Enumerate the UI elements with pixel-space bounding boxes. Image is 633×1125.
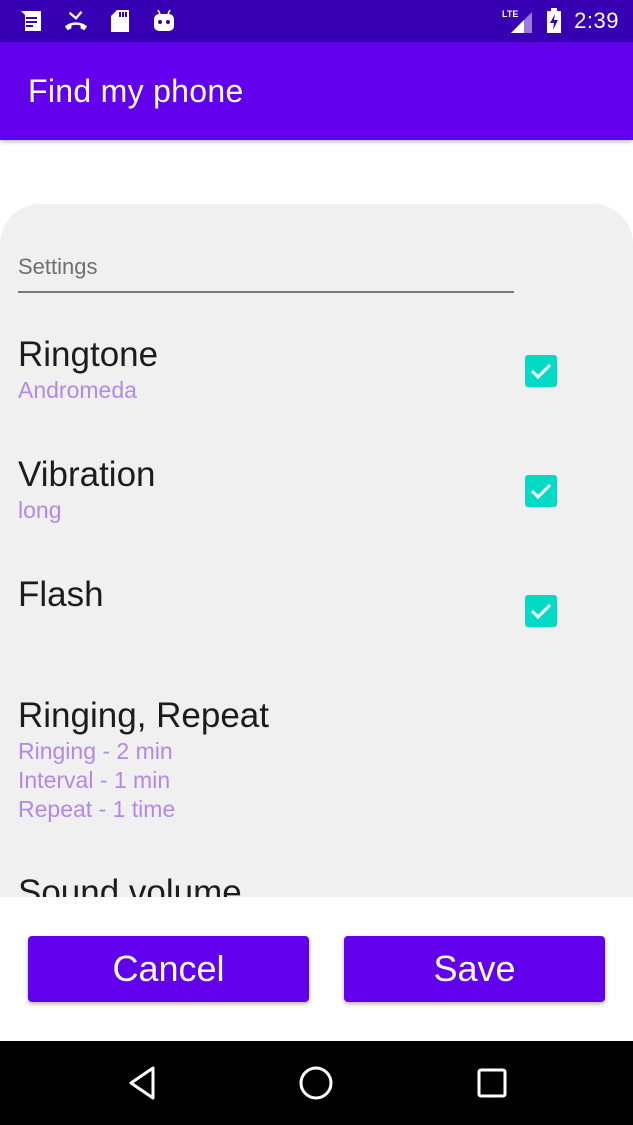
recents-button[interactable] bbox=[472, 1063, 512, 1103]
pref-sound-volume[interactable]: Sound volume bbox=[18, 872, 618, 897]
back-icon bbox=[129, 1066, 155, 1100]
save-button[interactable]: Save bbox=[344, 936, 605, 1002]
pref-ringing-repeat[interactable]: Ringing, Repeat Ringing - 2 min Interval… bbox=[18, 695, 618, 824]
android-debug-icon bbox=[152, 9, 176, 33]
flash-checkbox[interactable] bbox=[525, 595, 557, 627]
pref-title: Sound volume bbox=[18, 873, 242, 897]
navigation-bar bbox=[0, 1041, 633, 1125]
battery-charging-icon bbox=[544, 8, 564, 33]
pref-summary-interval: Interval - 1 min bbox=[18, 767, 171, 793]
status-bar: LTE 2:39 bbox=[0, 0, 633, 42]
vibration-checkbox[interactable] bbox=[525, 475, 557, 507]
missed-call-icon bbox=[64, 9, 88, 33]
app-bar: Find my phone bbox=[0, 42, 633, 140]
back-button[interactable] bbox=[122, 1063, 162, 1103]
settings-field-label: Settings bbox=[18, 254, 98, 279]
pref-title: Ringing, Repeat bbox=[18, 696, 269, 735]
settings-card: Settings Ringtone Andromeda Vibration lo… bbox=[0, 204, 633, 897]
settings-field[interactable]: Settings bbox=[18, 240, 514, 293]
home-icon bbox=[299, 1066, 333, 1100]
action-bar: Cancel Save bbox=[0, 897, 633, 1041]
pref-summary-ringing: Ringing - 2 min bbox=[18, 738, 173, 764]
lte-signal-icon: LTE bbox=[502, 9, 534, 33]
app-title: Find my phone bbox=[28, 72, 244, 109]
cancel-button[interactable]: Cancel bbox=[28, 936, 309, 1002]
ringtone-checkbox[interactable] bbox=[525, 355, 557, 387]
recents-icon bbox=[477, 1068, 507, 1098]
check-icon bbox=[530, 363, 552, 380]
home-button[interactable] bbox=[296, 1063, 336, 1103]
check-icon bbox=[530, 483, 552, 500]
status-time: 2:39 bbox=[574, 8, 619, 33]
check-icon bbox=[530, 603, 552, 620]
sd-card-icon bbox=[108, 9, 132, 33]
pref-summary-repeat: Repeat - 1 time bbox=[18, 796, 176, 822]
messages-icon bbox=[20, 9, 44, 33]
network-type-label: LTE bbox=[502, 9, 518, 19]
